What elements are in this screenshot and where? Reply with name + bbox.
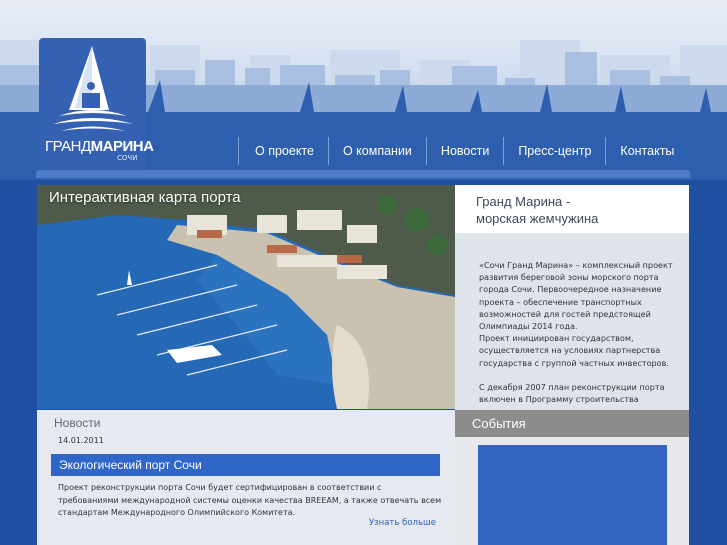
events-banner[interactable]: [478, 445, 667, 545]
interactive-map[interactable]: Интерактивная карта порта: [37, 185, 455, 409]
logo-title: ГРАНДМАРИНА: [45, 138, 154, 155]
port-aerial-image: [37, 185, 455, 409]
nav-item-about-company[interactable]: О компании: [327, 137, 426, 165]
main-nav: О проекте О компании Новости Пресс-центр…: [238, 137, 688, 165]
news-more-link[interactable]: Узнать больше: [369, 518, 436, 528]
nav-item-contacts[interactable]: Контакты: [605, 137, 688, 165]
logo-text[interactable]: ГРАНДМАРИНА СОЧИ: [45, 138, 154, 163]
map-title: Интерактивная карта порта: [49, 189, 241, 206]
nav-item-news[interactable]: Новости: [425, 137, 503, 165]
events-title: События: [472, 416, 526, 431]
info-paragraph: С декабря 2007 план реконструкции порта …: [479, 381, 665, 405]
logo-sail-icon: [53, 46, 133, 131]
events-panel: [455, 437, 689, 545]
info-paragraph: «Сочи Гранд Марина» – комплексный проект…: [479, 260, 673, 332]
news-title: Новости: [54, 416, 101, 430]
nav-item-press-center[interactable]: Пресс-центр: [503, 137, 605, 165]
news-headline-bar[interactable]: Экологический порт Сочи: [51, 454, 440, 476]
info-title-line2: морская жемчужина: [476, 211, 599, 226]
nav-item-about-project[interactable]: О проекте: [238, 137, 328, 165]
news-headline: Экологический порт Сочи: [59, 458, 202, 472]
news-text: Проект реконструкции порта Сочи будет се…: [58, 483, 442, 517]
info-body: «Сочи Гранд Марина» – комплексный проект…: [455, 233, 689, 410]
info-header: Гранд Марина - морская жемчужина: [455, 185, 689, 233]
news-date: 14.01.2011: [58, 436, 104, 445]
events-header: События: [455, 410, 689, 437]
logo-city: СОЧИ: [117, 154, 138, 162]
content-top-stripe: [36, 170, 690, 178]
info-paragraph: Проект инициирован государством, осущест…: [479, 333, 669, 368]
news-section: Новости 14.01.2011 Экологический порт Со…: [37, 410, 455, 545]
info-panel: Гранд Марина - морская жемчужина «Сочи Г…: [455, 185, 689, 410]
info-title-line1: Гранд Марина -: [476, 194, 571, 209]
